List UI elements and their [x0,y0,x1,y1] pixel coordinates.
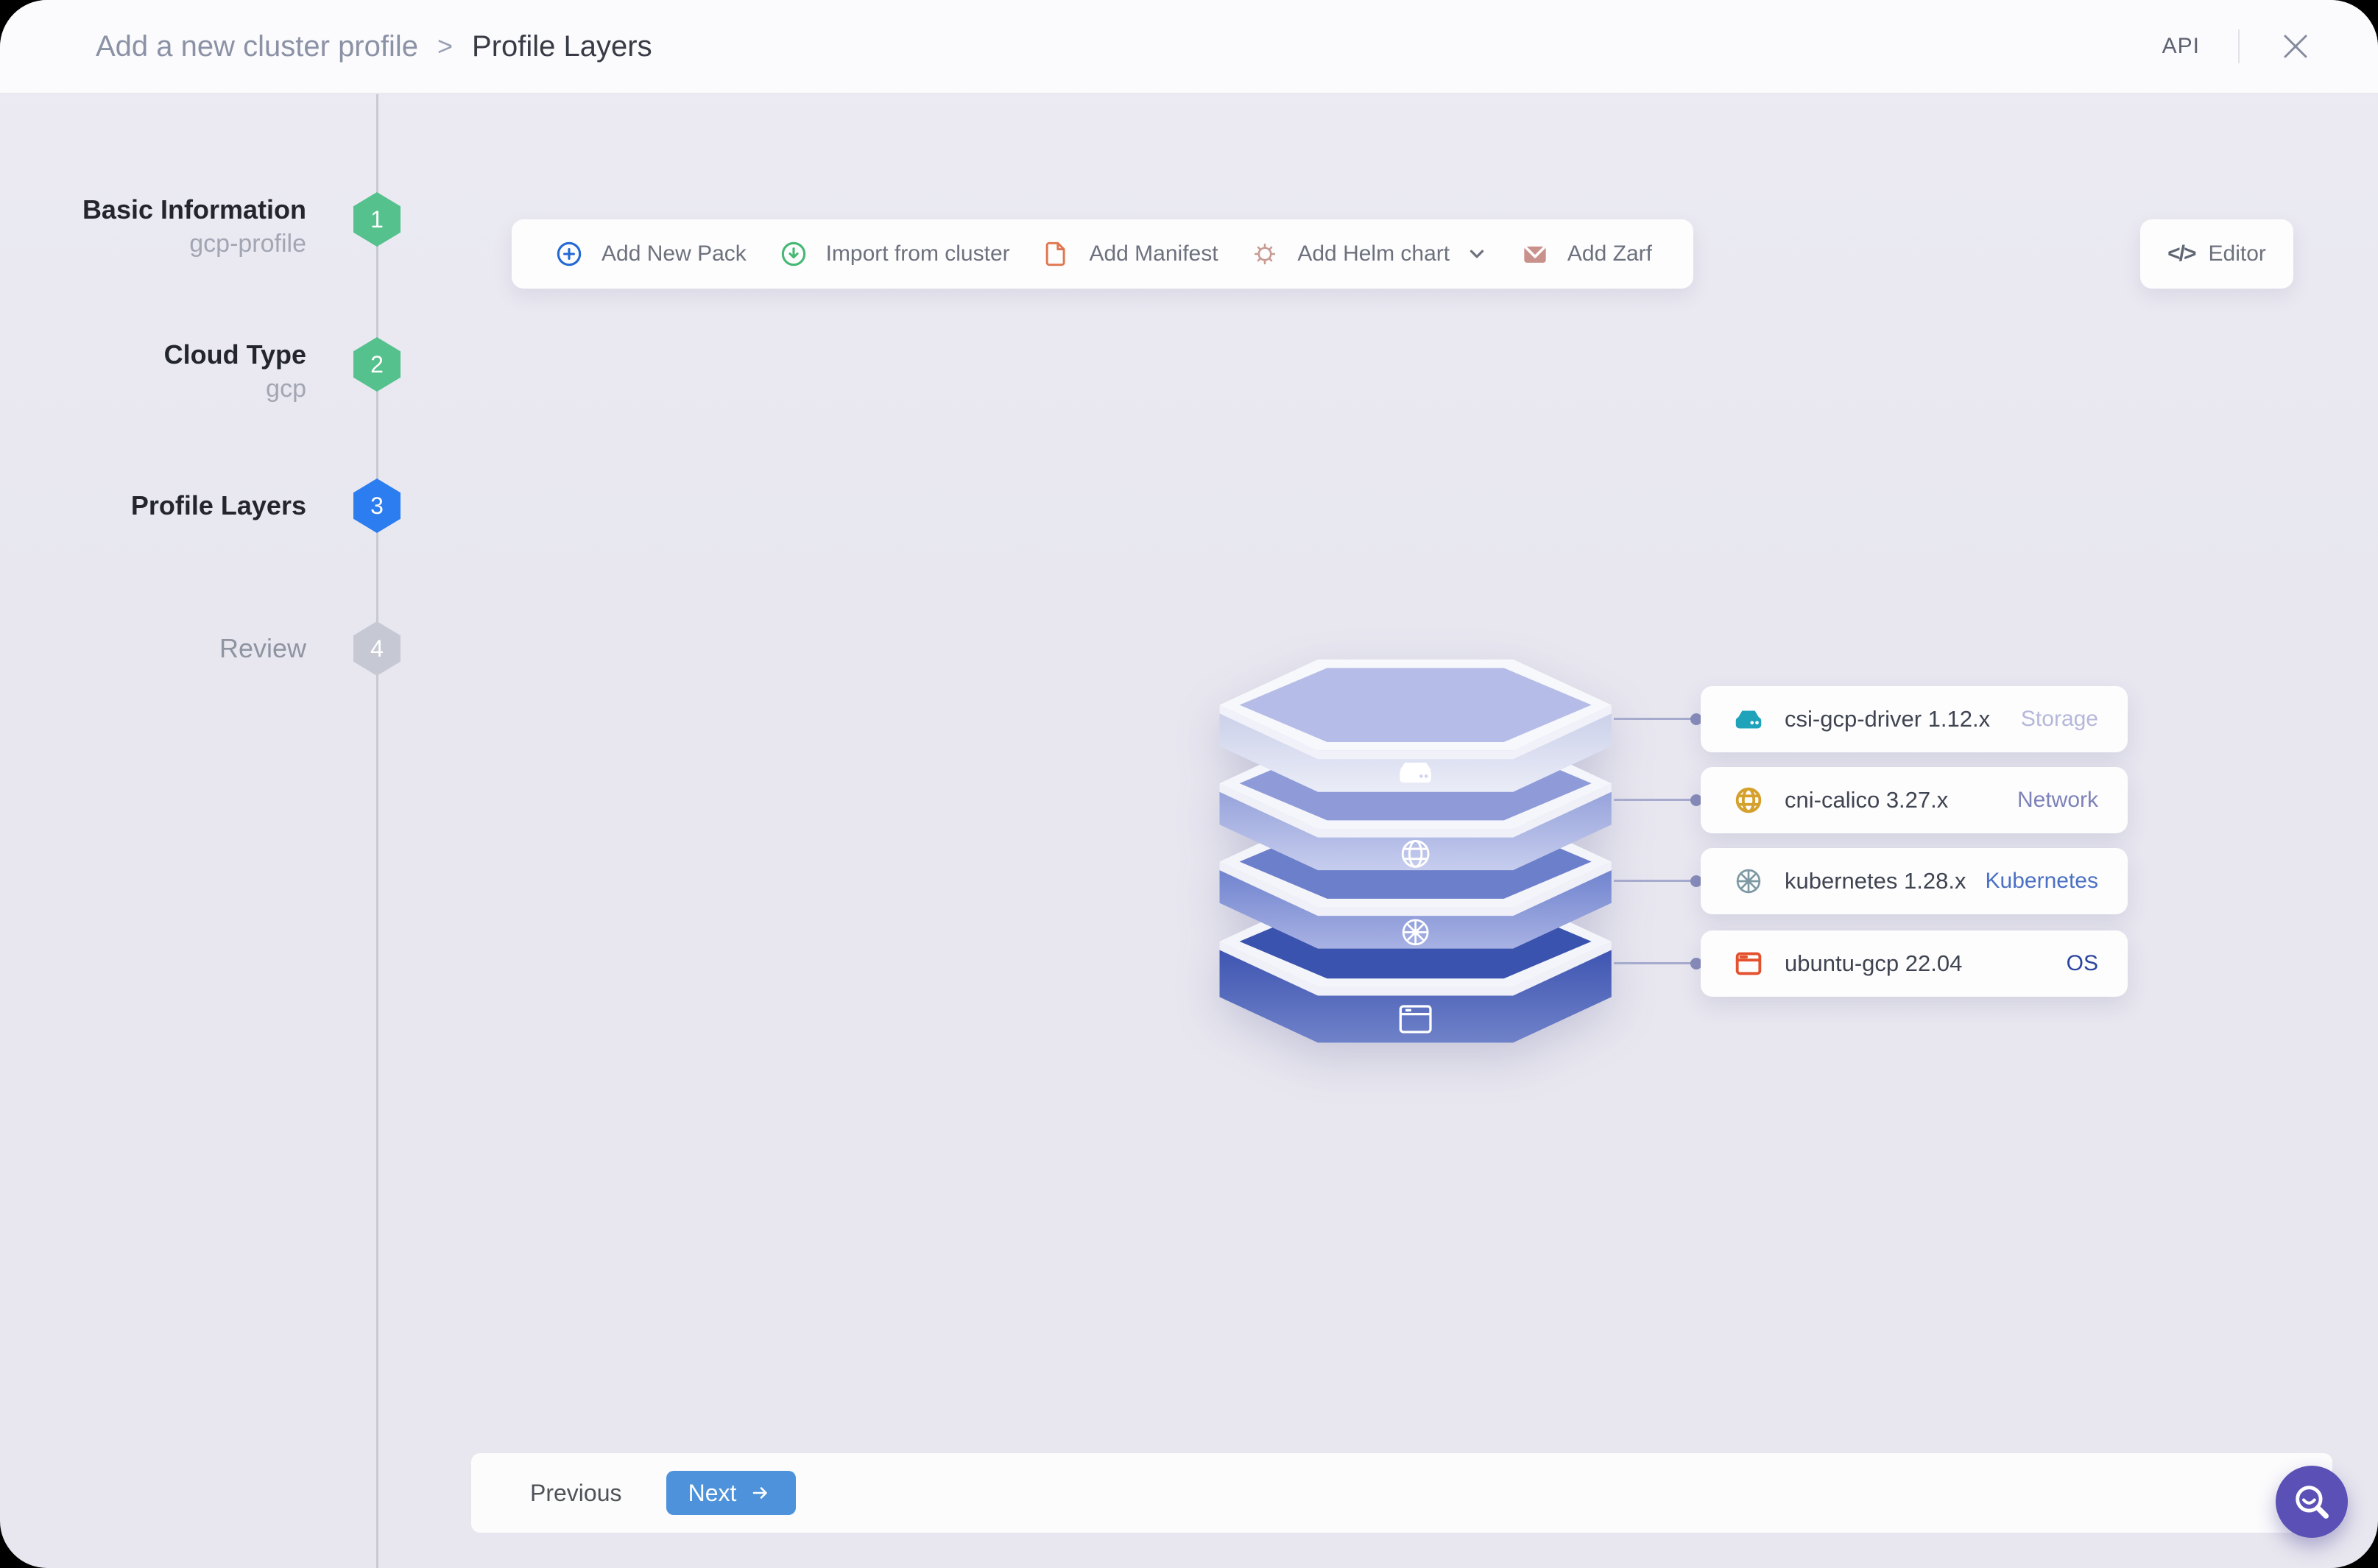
step-profile-layers[interactable]: Profile Layers [0,489,306,523]
storage-drive-icon [1400,763,1431,783]
step-number: 1 [370,205,384,233]
step-review[interactable]: Review [0,632,306,665]
step-cloud-type[interactable]: Cloud Type gcp [0,338,306,406]
step-number: 2 [370,350,384,378]
tool-label: Import from cluster [825,241,1010,266]
search-fab-button[interactable] [2276,1466,2348,1538]
step-badge-2[interactable]: 2 [353,337,401,392]
add-zarf-button[interactable]: Add Zarf [1519,238,1652,270]
layer-name: csi-gcp-driver 1.12.x [1785,706,1991,732]
storage-drive-icon [1732,702,1765,736]
page-title: Profile Layers [472,29,652,63]
import-download-icon [781,241,805,266]
previous-button[interactable]: Previous [530,1480,622,1507]
step-badge-4[interactable]: 4 [353,621,401,676]
magnifier-smile-icon [2296,1486,2329,1519]
step-number: 3 [370,492,384,519]
manifest-file-icon [1046,241,1066,266]
step-title: Basic Information [82,194,306,225]
footer-bar: Previous Next [471,1453,2332,1533]
next-label: Next [688,1479,737,1506]
step-badge-3[interactable]: 3 [353,478,401,533]
plus-circle-icon [557,241,582,266]
add-helm-chart-button[interactable]: Add Helm chart [1249,238,1488,270]
editor-label: Editor [2208,241,2266,266]
globe-icon [1732,783,1765,817]
api-link[interactable]: API [2162,34,2200,59]
add-manifest-button[interactable]: Add Manifest [1040,238,1218,270]
step-title: Profile Layers [130,490,306,520]
layer-name: cni-calico 3.27.x [1785,787,1949,813]
step-subtitle: gcp-profile [189,230,306,258]
arrow-right-icon [753,1487,768,1499]
cluster-profile-wizard-window: Add a new cluster profile > Profile Laye… [0,0,2378,1568]
chevron-down-icon [1470,250,1484,258]
code-icon: </> [2167,241,2196,266]
header-divider [2238,29,2240,63]
kubernetes-wheel-icon [1402,919,1429,946]
tool-label: Add Zarf [1567,241,1652,266]
app-screen: Add a new cluster profile > Profile Laye… [0,0,2378,1568]
layer-card-os[interactable]: ubuntu-gcp 22.04 OS [1701,930,2128,997]
stepper-line [376,94,378,1568]
import-from-cluster-button[interactable]: Import from cluster [777,238,1010,270]
connector-storage [1614,718,1696,720]
step-number: 4 [370,635,384,662]
header: Add a new cluster profile > Profile Laye… [0,0,2378,94]
layer-name: kubernetes 1.28.x [1785,868,1966,894]
layer-type-badge: Kubernetes [1985,869,2098,893]
header-actions: API [2162,29,2313,64]
os-window-icon [1732,947,1765,981]
zarf-package-icon [1524,246,1546,263]
layer-card-storage[interactable]: csi-gcp-driver 1.12.x Storage [1701,686,2128,752]
layer-name: ubuntu-gcp 22.04 [1785,950,1963,976]
step-basic-information[interactable]: Basic Information gcp-profile [0,193,306,261]
close-icon [2284,35,2307,58]
next-button[interactable]: Next [666,1471,796,1515]
connector-kubernetes [1614,880,1696,882]
step-title: Cloud Type [163,339,306,370]
editor-button[interactable]: </> Editor [2140,219,2293,289]
step-title: Review [219,633,306,663]
layer-type-badge: OS [2066,951,2098,975]
layer-card-network[interactable]: cni-calico 3.27.x Network [1701,767,2128,833]
layers-toolbar: Add New Pack Import from cluster Add Man… [512,219,1693,289]
kubernetes-wheel-icon [1732,864,1765,898]
layer-type-badge: Storage [2020,707,2098,731]
layer-card-kubernetes[interactable]: kubernetes 1.28.x Kubernetes [1701,848,2128,914]
stack-layer-storage[interactable] [1219,659,1612,792]
connector-os [1614,962,1696,964]
tool-label: Add Manifest [1089,241,1218,266]
tool-label: Add Helm chart [1297,241,1450,266]
step-badge-1[interactable]: 1 [353,192,401,247]
step-subtitle: gcp [266,375,306,403]
breadcrumb[interactable]: Add a new cluster profile [96,30,418,63]
layer-stack-visualization [1219,659,1612,1043]
tool-label: Add New Pack [601,241,747,266]
add-new-pack-button[interactable]: Add New Pack [553,238,747,270]
close-button[interactable] [2278,29,2313,64]
breadcrumb-chevron-icon: > [437,31,454,61]
helm-icon [1255,243,1276,265]
layer-type-badge: Network [2017,788,2098,812]
connector-network [1614,799,1696,801]
